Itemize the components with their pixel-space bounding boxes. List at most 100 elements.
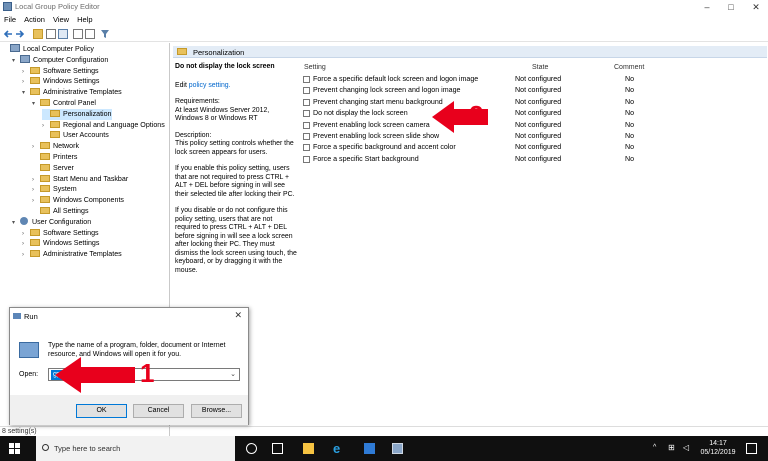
run-task-icon[interactable]: [392, 443, 403, 454]
up-folder-icon[interactable]: [33, 29, 43, 39]
file-explorer-icon[interactable]: [303, 443, 314, 454]
tree-item[interactable]: › Network: [32, 141, 79, 152]
tree-item[interactable]: › Windows Settings: [22, 238, 99, 249]
cell-comment: No: [625, 154, 635, 163]
tree-item[interactable]: ▾ Computer Configuration: [12, 54, 108, 67]
table-row[interactable]: Prevent enabling lock screen camera Not c…: [301, 120, 766, 131]
table-row[interactable]: Prevent changing lock screen and logon i…: [301, 85, 766, 96]
ok-button[interactable]: OK: [76, 404, 127, 418]
cell-comment: No: [625, 143, 635, 152]
cell-setting: Prevent enabling lock screen camera: [313, 120, 430, 129]
policy-setting-icon: [303, 98, 310, 106]
column-state[interactable]: State: [532, 63, 548, 73]
tree-item[interactable]: › Administrative Templates: [22, 249, 122, 260]
chevron-right-icon[interactable]: ›: [22, 250, 30, 261]
help-icon[interactable]: [73, 29, 83, 39]
close-button[interactable]: ✕: [744, 0, 768, 14]
show-hidden-icons-icon[interactable]: ^: [653, 444, 656, 451]
properties-icon[interactable]: [85, 29, 95, 39]
run-close-button[interactable]: ✕: [234, 310, 242, 321]
table-row[interactable]: Force a specific default lock screen and…: [301, 74, 766, 85]
cancel-button[interactable]: Cancel: [133, 404, 184, 418]
cell-state: Not configured: [515, 132, 562, 140]
tree-item[interactable]: ▾ User Configuration: [12, 216, 92, 229]
tree-item-label: Start Menu and Taskbar: [53, 174, 129, 183]
tree-item-label: Personalization: [63, 109, 112, 118]
cortana-icon[interactable]: [246, 443, 257, 454]
tree-item[interactable]: › Start Menu and Taskbar: [32, 174, 128, 185]
cell-setting: Prevent changing start menu background: [313, 97, 443, 106]
policy-setting-icon: [303, 144, 310, 152]
forward-icon[interactable]: [15, 29, 25, 39]
notifications-icon[interactable]: [746, 443, 757, 454]
folder-icon: [40, 153, 50, 160]
open-label: Open:: [19, 371, 39, 378]
folder-icon: [50, 120, 60, 128]
pc-icon: [20, 54, 30, 63]
task-view-icon[interactable]: [272, 443, 283, 454]
system-clock[interactable]: 14:17 05/12/2019: [697, 439, 739, 457]
tree-item[interactable]: Personalization: [42, 108, 112, 120]
search-placeholder[interactable]: Type here to search: [54, 444, 120, 453]
tree-item[interactable]: › Windows Settings: [22, 76, 99, 87]
tree-item[interactable]: Local Computer Policy: [2, 44, 94, 55]
show-hide-tree-icon[interactable]: [46, 29, 56, 39]
internet-explorer-icon[interactable]: e: [333, 442, 344, 455]
tree-item[interactable]: All Settings: [32, 206, 89, 217]
table-row[interactable]: Force a specific Start background Not con…: [301, 154, 766, 165]
table-row[interactable]: Force a specific background and accent c…: [301, 142, 766, 153]
tree-item[interactable]: › System: [32, 184, 77, 195]
table-row[interactable]: Do not display the lock screen Not config…: [301, 108, 766, 119]
annotation-label-1: 1: [140, 358, 155, 388]
menu-help[interactable]: Help: [73, 14, 96, 26]
tree-item[interactable]: ▾ Control Panel: [32, 98, 96, 109]
filter-icon[interactable]: [100, 29, 110, 39]
chevron-down-icon[interactable]: ▾: [22, 88, 30, 99]
tree-item[interactable]: ▾ Administrative Templates: [22, 87, 122, 98]
taskbar: Type here to search e ^ ⊞ ◁ 14:17 05/12/…: [0, 436, 768, 461]
server-manager-icon[interactable]: [364, 443, 375, 454]
cell-comment: No: [625, 120, 635, 129]
windows-start-icon[interactable]: [9, 443, 20, 454]
menu-view[interactable]: View: [49, 14, 73, 26]
tree-item[interactable]: › Software Settings: [22, 228, 99, 239]
annotation-label-2: 2: [469, 100, 484, 130]
category-header: Personalization: [173, 46, 767, 58]
tree-item[interactable]: Server: [32, 163, 74, 174]
tree-item[interactable]: Printers: [32, 152, 77, 163]
menu-action[interactable]: Action: [20, 14, 49, 26]
back-icon[interactable]: [3, 29, 13, 39]
tree-item[interactable]: › Software Settings: [22, 66, 99, 77]
chevron-down-icon[interactable]: ▾: [32, 99, 40, 110]
column-setting[interactable]: Setting: [304, 63, 326, 73]
volume-icon[interactable]: ◁: [683, 443, 689, 452]
table-row[interactable]: Prevent enabling lock screen slide show N…: [301, 131, 766, 142]
cell-state: Not configured: [515, 143, 562, 152]
network-icon[interactable]: ⊞: [668, 443, 675, 452]
taskbar-search[interactable]: Type here to search: [36, 436, 235, 461]
search-icon: [42, 444, 49, 451]
edit-policy-link[interactable]: policy setting.: [189, 82, 231, 89]
enable-explanation: If you enable this policy setting, users…: [175, 165, 295, 198]
tree-item[interactable]: › Regional and Language Options: [42, 120, 165, 131]
tree-item-label: User Configuration: [32, 217, 92, 226]
table-row[interactable]: Prevent changing start menu background No…: [301, 97, 766, 108]
chevron-down-icon[interactable]: ▾: [12, 218, 20, 229]
clock-time: 14:17: [709, 440, 727, 447]
minimize-button[interactable]: –: [695, 0, 719, 14]
tree-item-label: System: [53, 185, 77, 194]
policy-setting-icon: [303, 121, 310, 129]
tree-item[interactable]: › Windows Components: [32, 195, 124, 206]
menu-bar: File Action View Help: [0, 14, 768, 26]
chevron-down-icon[interactable]: ⌄: [230, 370, 236, 378]
annotation-arrow-1-icon: [55, 357, 135, 393]
policy-setting-icon: [303, 87, 310, 95]
tree-item[interactable]: User Accounts: [42, 130, 109, 141]
menu-file[interactable]: File: [0, 14, 20, 26]
folder-icon: [30, 66, 40, 74]
maximize-button[interactable]: □: [719, 0, 743, 14]
browse-button[interactable]: Browse...: [191, 404, 242, 418]
chevron-down-icon[interactable]: ▾: [12, 56, 20, 67]
column-comment[interactable]: Comment: [614, 63, 644, 73]
export-list-icon[interactable]: [58, 29, 68, 39]
